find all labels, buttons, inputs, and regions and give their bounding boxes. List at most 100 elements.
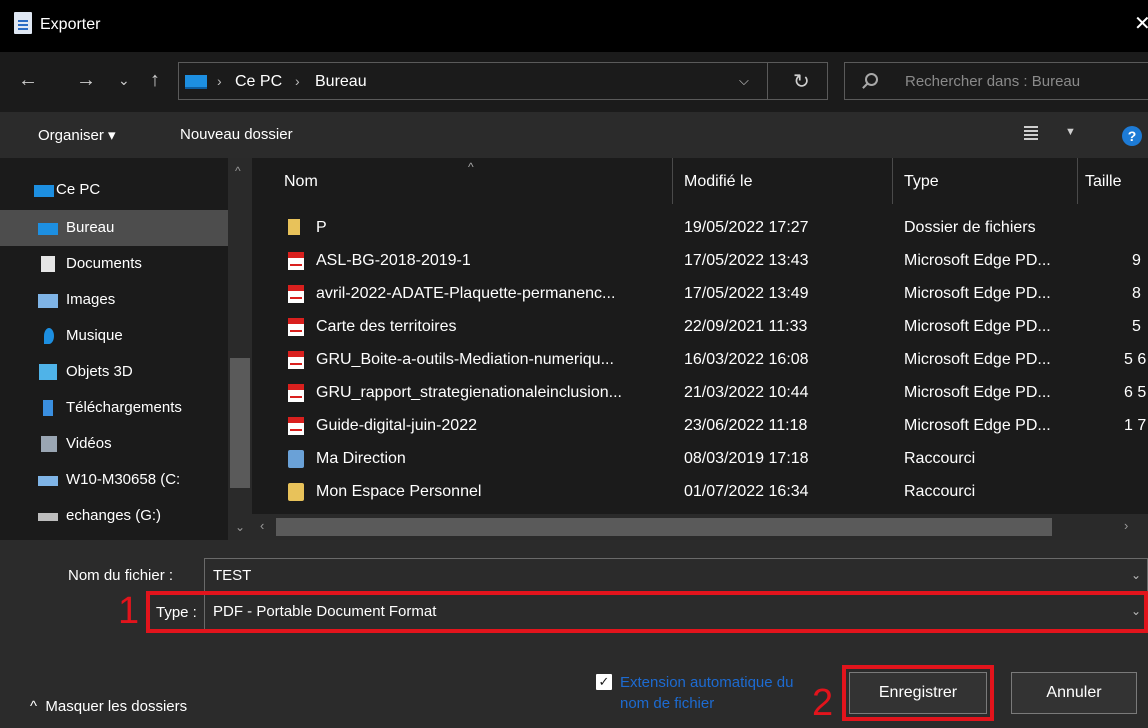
breadcrumb-ce-pc[interactable]: Ce PC xyxy=(235,73,282,91)
sidebar-item-documents[interactable]: Documents xyxy=(0,246,228,282)
file-name: GRU_Boite-a-outils-Mediation-numeriqu... xyxy=(316,351,614,368)
file-modified: 21/03/2022 10:44 xyxy=(684,384,809,401)
column-header-modified[interactable]: Modifié le xyxy=(672,158,892,204)
sidebar-item-label: Musique xyxy=(66,327,123,344)
drive-icon xyxy=(38,476,58,486)
view-dropdown-icon[interactable]: ▼ xyxy=(1065,126,1076,138)
title-bar: Exporter ✕ xyxy=(0,0,1148,52)
close-icon[interactable]: ✕ xyxy=(1134,14,1148,34)
search-input[interactable]: Rechercher dans : Bureau xyxy=(844,62,1148,100)
sort-ascending-icon: ^ xyxy=(468,160,474,174)
file-modified: 08/03/2019 17:18 xyxy=(684,450,809,467)
file-type: Raccourci xyxy=(904,450,976,467)
file-type: Microsoft Edge PD... xyxy=(904,318,1051,335)
file-size: 5 xyxy=(1132,318,1141,335)
filename-value: TEST xyxy=(213,567,252,584)
folder-icon xyxy=(288,219,300,235)
sidebar-item-drive-c[interactable]: W10-M30658 (C: xyxy=(0,462,228,498)
table-row[interactable]: ASL-BG-2018-2019-1 17/05/2022 13:43 Micr… xyxy=(252,245,1148,278)
documents-icon xyxy=(41,256,55,272)
shortcut-icon xyxy=(288,483,304,501)
file-type: Microsoft Edge PD... xyxy=(904,384,1051,401)
refresh-icon[interactable]: ↻ xyxy=(793,69,810,94)
file-name: Guide-digital-juin-2022 xyxy=(316,417,477,434)
sidebar-item-ce-pc[interactable]: Ce PC xyxy=(0,172,228,208)
scroll-up-icon[interactable]: ^ xyxy=(235,164,241,178)
objects3d-icon xyxy=(39,364,57,380)
forward-arrow-icon[interactable]: → xyxy=(76,68,96,92)
computer-icon xyxy=(185,75,207,89)
chevron-down-icon[interactable]: ⌄ xyxy=(1131,568,1141,582)
file-type: Dossier de fichiers xyxy=(904,219,1036,236)
file-modified: 01/07/2022 16:34 xyxy=(684,483,809,500)
file-type: Raccourci xyxy=(904,483,976,500)
sidebar-scrollbar[interactable]: ^ ⌄ xyxy=(228,158,252,540)
file-modified: 22/09/2021 11:33 xyxy=(684,318,808,335)
shortcut-icon xyxy=(288,450,304,468)
navigation-pane: Ce PC Bureau Documents Images Musique Ob… xyxy=(0,158,252,540)
table-row[interactable]: Ma Direction 08/03/2019 17:18 Raccourci xyxy=(252,443,1148,476)
sidebar-item-objets-3d[interactable]: Objets 3D xyxy=(0,354,228,390)
column-header-size[interactable]: Taille xyxy=(1077,158,1148,204)
cancel-button[interactable]: Annuler xyxy=(1011,672,1137,714)
table-row[interactable]: GRU_rapport_strategienationaleinclusion.… xyxy=(252,377,1148,410)
search-icon xyxy=(865,73,878,86)
breadcrumb-bureau[interactable]: Bureau xyxy=(315,73,367,91)
up-arrow-icon[interactable]: ↑ xyxy=(150,68,160,92)
breadcrumb-separator-icon: › xyxy=(295,73,300,89)
sidebar-item-label: W10-M30658 (C: xyxy=(66,471,181,488)
videos-icon xyxy=(41,436,57,452)
sidebar-item-echanges-g[interactable]: echanges (G:) xyxy=(0,498,228,534)
table-row[interactable]: P 19/05/2022 17:27 Dossier de fichiers xyxy=(252,212,1148,245)
file-size: 1 7 xyxy=(1124,417,1147,434)
help-icon[interactable]: ? xyxy=(1122,126,1142,146)
table-row[interactable]: avril-2022-ADATE-Plaquette-permanenc... … xyxy=(252,278,1148,311)
address-bar[interactable]: › Ce PC › Bureau ⌵ ↻ xyxy=(178,62,828,100)
address-row: ← → ⌄ ↑ › Ce PC › Bureau ⌵ ↻ Rechercher … xyxy=(0,52,1148,112)
music-icon xyxy=(44,328,54,344)
table-row[interactable]: Guide-digital-juin-2022 23/06/2022 11:18… xyxy=(252,410,1148,443)
address-dropdown-icon[interactable]: ⌵ xyxy=(739,73,749,89)
sidebar-scroll-thumb[interactable] xyxy=(230,358,250,488)
file-list-scrollbar[interactable]: ‹ › xyxy=(252,514,1148,540)
pdf-icon xyxy=(288,285,304,303)
hide-folders-button[interactable]: ^ Masquer les dossiers xyxy=(30,698,187,715)
pdf-icon xyxy=(288,384,304,402)
organize-button[interactable]: Organiser ▾ xyxy=(38,126,116,144)
pdf-icon xyxy=(288,417,304,435)
file-list-scroll-thumb[interactable] xyxy=(276,518,1052,536)
file-modified: 23/06/2022 11:18 xyxy=(684,417,808,434)
new-folder-button[interactable]: Nouveau dossier xyxy=(180,126,293,143)
sidebar-item-musique[interactable]: Musique xyxy=(0,318,228,354)
sidebar-item-telechargements[interactable]: Téléchargements xyxy=(0,390,228,426)
scroll-left-icon[interactable]: ‹ xyxy=(260,518,264,533)
back-arrow-icon[interactable]: ← xyxy=(18,68,38,92)
auto-extension-checkbox[interactable]: ✓ xyxy=(596,674,612,690)
sidebar-item-bureau[interactable]: Bureau xyxy=(0,210,228,246)
column-header-type[interactable]: Type xyxy=(892,158,1077,204)
view-options-icon[interactable] xyxy=(1024,126,1038,142)
sidebar-item-label: Bureau xyxy=(66,219,115,236)
recent-locations-chevron-icon[interactable]: ⌄ xyxy=(118,68,130,92)
file-size: 9 xyxy=(1132,252,1141,269)
table-row[interactable]: Mon Espace Personnel 01/07/2022 16:34 Ra… xyxy=(252,476,1148,509)
scroll-down-icon[interactable]: ⌄ xyxy=(235,520,245,534)
column-label: Nom xyxy=(284,173,318,190)
file-size: 8 xyxy=(1132,285,1141,302)
save-button[interactable]: Enregistrer xyxy=(849,672,987,714)
scroll-right-icon[interactable]: › xyxy=(1124,518,1128,533)
file-name: ASL-BG-2018-2019-1 xyxy=(316,252,471,269)
column-header-name[interactable]: Nom ^ xyxy=(252,158,672,204)
file-name: Ma Direction xyxy=(316,450,406,467)
auto-extension-label[interactable]: Extension automatique du nom de fichier xyxy=(620,672,820,714)
breadcrumb-separator-icon: › xyxy=(217,73,222,89)
sidebar-item-label: Vidéos xyxy=(66,435,112,452)
hide-folders-label: Masquer les dossiers xyxy=(45,698,188,715)
filename-input[interactable]: TEST ⌄ xyxy=(204,558,1148,594)
table-row[interactable]: Carte des territoires 22/09/2021 11:33 M… xyxy=(252,311,1148,344)
sidebar-item-images[interactable]: Images xyxy=(0,282,228,318)
search-placeholder: Rechercher dans : Bureau xyxy=(905,73,1081,90)
sidebar-item-videos[interactable]: Vidéos xyxy=(0,426,228,462)
table-row[interactable]: GRU_Boite-a-outils-Mediation-numeriqu...… xyxy=(252,344,1148,377)
document-icon xyxy=(14,12,32,34)
